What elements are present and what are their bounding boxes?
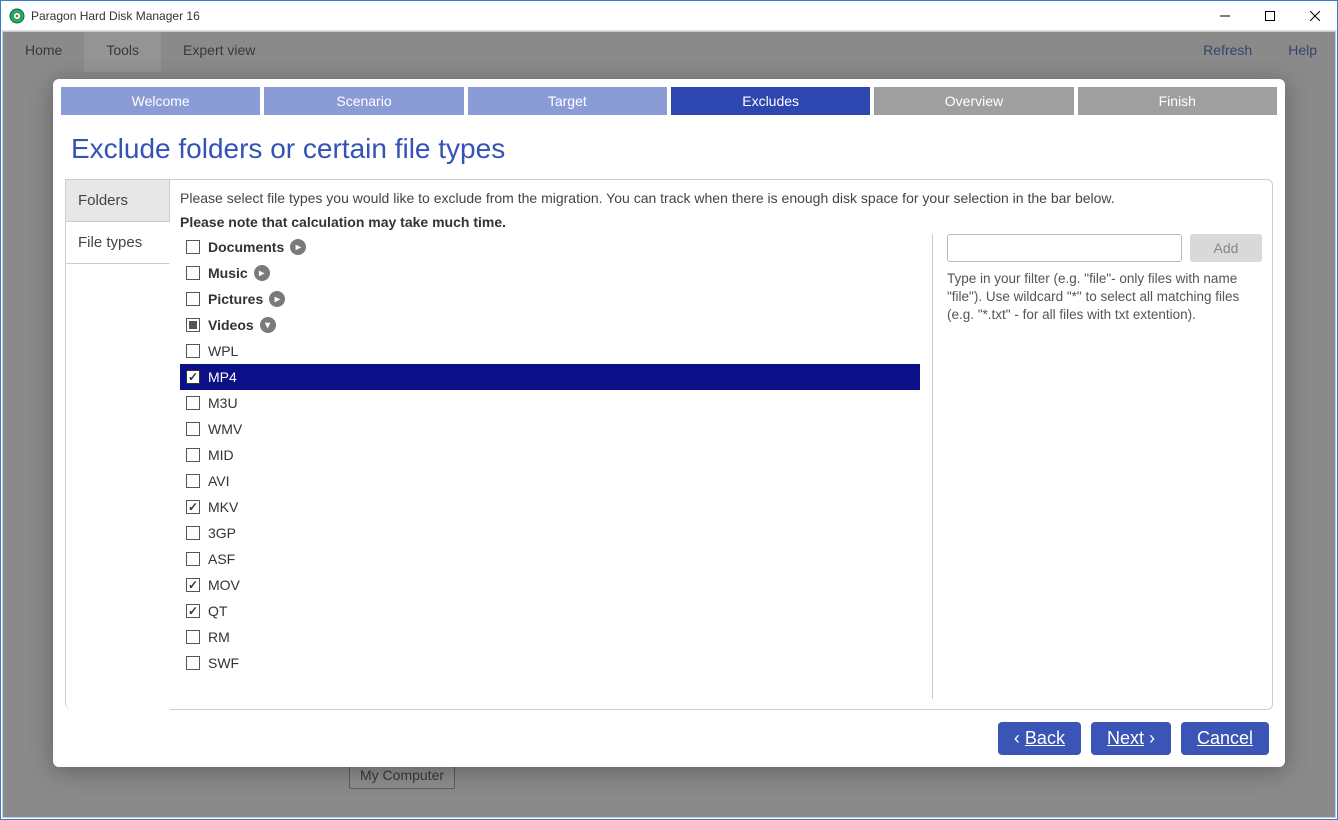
checkbox[interactable] bbox=[186, 292, 200, 306]
back-button[interactable]: ‹ Back bbox=[998, 722, 1081, 755]
filetype-item-m3u[interactable]: M3U bbox=[180, 390, 920, 416]
checkbox[interactable] bbox=[186, 240, 200, 254]
page-title: Exclude folders or certain file types bbox=[61, 129, 1277, 179]
checkbox[interactable] bbox=[186, 422, 200, 436]
step-overview: Overview bbox=[874, 87, 1073, 115]
checkbox[interactable] bbox=[186, 526, 200, 540]
checkbox[interactable] bbox=[186, 396, 200, 410]
filetype-item-swf[interactable]: SWF bbox=[180, 650, 920, 676]
wizard-dialog: Welcome Scenario Target Excludes Overvie… bbox=[53, 79, 1285, 767]
checkbox[interactable] bbox=[186, 370, 200, 384]
checkbox[interactable] bbox=[186, 552, 200, 566]
filetype-label: M3U bbox=[208, 395, 238, 411]
window-title: Paragon Hard Disk Manager 16 bbox=[31, 9, 1202, 23]
add-filter-button[interactable]: Add bbox=[1190, 234, 1262, 262]
filetype-item-mp4[interactable]: MP4 bbox=[180, 364, 920, 390]
checkbox[interactable] bbox=[186, 656, 200, 670]
filetype-item-mkv[interactable]: MKV bbox=[180, 494, 920, 520]
side-tab-folders[interactable]: Folders bbox=[66, 180, 170, 222]
filetype-label: 3GP bbox=[208, 525, 236, 541]
checkbox[interactable] bbox=[186, 318, 200, 332]
filetype-item-rm[interactable]: RM bbox=[180, 624, 920, 650]
titlebar: Paragon Hard Disk Manager 16 bbox=[1, 1, 1337, 31]
category-pictures[interactable]: Pictures ▸ bbox=[180, 286, 920, 312]
step-welcome[interactable]: Welcome bbox=[61, 87, 260, 115]
checkbox[interactable] bbox=[186, 500, 200, 514]
filetype-label: MKV bbox=[208, 499, 238, 515]
chevron-right-icon[interactable]: ▸ bbox=[269, 291, 285, 307]
filetype-label: MID bbox=[208, 447, 234, 463]
step-finish: Finish bbox=[1078, 87, 1277, 115]
note-text: Please note that calculation may take mu… bbox=[180, 214, 1262, 230]
checkbox[interactable] bbox=[186, 578, 200, 592]
next-button[interactable]: Next › bbox=[1091, 722, 1171, 755]
filetype-item-asf[interactable]: ASF bbox=[180, 546, 920, 572]
filetype-item-wmv[interactable]: WMV bbox=[180, 416, 920, 442]
category-label: Music bbox=[208, 265, 248, 281]
filetype-label: MP4 bbox=[208, 369, 237, 385]
side-tab-filetypes[interactable]: File types bbox=[66, 222, 170, 264]
main-panel: Please select file types you would like … bbox=[170, 179, 1273, 710]
step-excludes[interactable]: Excludes bbox=[671, 87, 870, 115]
filetype-item-wpl[interactable]: WPL bbox=[180, 338, 920, 364]
filetype-item-qt[interactable]: QT bbox=[180, 598, 920, 624]
checkbox[interactable] bbox=[186, 604, 200, 618]
checkbox[interactable] bbox=[186, 474, 200, 488]
chevron-right-icon[interactable]: ▸ bbox=[254, 265, 270, 281]
cancel-button[interactable]: Cancel bbox=[1181, 722, 1269, 755]
filter-input[interactable] bbox=[947, 234, 1182, 262]
minimize-button[interactable] bbox=[1202, 1, 1247, 31]
checkbox[interactable] bbox=[186, 630, 200, 644]
filetype-label: QT bbox=[208, 603, 227, 619]
chevron-right-icon[interactable]: ▸ bbox=[290, 239, 306, 255]
filetype-label: MOV bbox=[208, 577, 240, 593]
filetype-item-3gp[interactable]: 3GP bbox=[180, 520, 920, 546]
category-videos[interactable]: Videos ▾ bbox=[180, 312, 920, 338]
category-documents[interactable]: Documents ▸ bbox=[180, 234, 920, 260]
filetype-item-mov[interactable]: MOV bbox=[180, 572, 920, 598]
wizard-buttons: ‹ Back Next › Cancel bbox=[61, 710, 1277, 755]
instruction-text: Please select file types you would like … bbox=[180, 190, 1262, 206]
filetype-item-mid[interactable]: MID bbox=[180, 442, 920, 468]
filetype-label: SWF bbox=[208, 655, 239, 671]
step-scenario[interactable]: Scenario bbox=[264, 87, 463, 115]
filter-help-text: Type in your filter (e.g. "file"- only f… bbox=[947, 270, 1262, 325]
maximize-button[interactable] bbox=[1247, 1, 1292, 31]
side-tabs: Folders File types bbox=[65, 179, 170, 710]
filetype-label: AVI bbox=[208, 473, 230, 489]
step-target[interactable]: Target bbox=[468, 87, 667, 115]
category-music[interactable]: Music ▸ bbox=[180, 260, 920, 286]
filter-panel: Add Type in your filter (e.g. "file"- on… bbox=[932, 234, 1262, 699]
category-label: Documents bbox=[208, 239, 284, 255]
chevron-down-icon[interactable]: ▾ bbox=[260, 317, 276, 333]
category-label: Videos bbox=[208, 317, 254, 333]
filetype-label: ASF bbox=[208, 551, 235, 567]
checkbox[interactable] bbox=[186, 448, 200, 462]
filetype-item-avi[interactable]: AVI bbox=[180, 468, 920, 494]
checkbox[interactable] bbox=[186, 266, 200, 280]
app-icon bbox=[9, 8, 25, 24]
filetype-label: WMV bbox=[208, 421, 242, 437]
category-label: Pictures bbox=[208, 291, 263, 307]
close-button[interactable] bbox=[1292, 1, 1337, 31]
filetype-label: RM bbox=[208, 629, 230, 645]
wizard-stepbar: Welcome Scenario Target Excludes Overvie… bbox=[61, 87, 1277, 115]
filetype-label: WPL bbox=[208, 343, 238, 359]
filetype-tree[interactable]: Documents ▸ Music ▸ Pictures ▸ Videos ▾ WPL MP4 M3… bbox=[180, 234, 920, 699]
checkbox[interactable] bbox=[186, 344, 200, 358]
